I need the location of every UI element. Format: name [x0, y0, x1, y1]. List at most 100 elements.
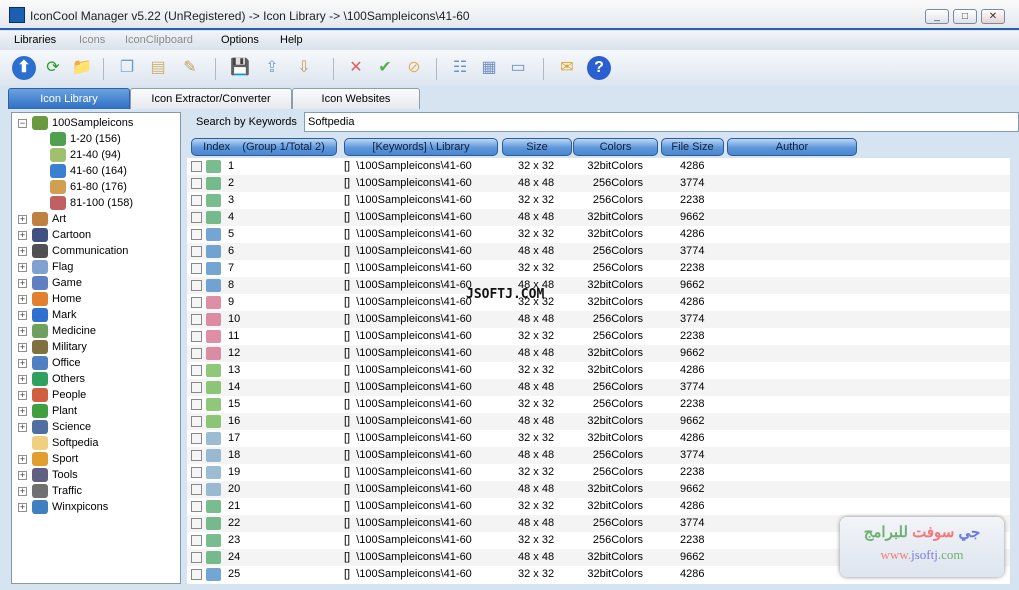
copy-icon[interactable]: ❐ — [115, 56, 139, 80]
tree-node-plant[interactable]: + Plant — [12, 403, 177, 419]
detail-view-icon[interactable]: ▭ — [506, 56, 530, 80]
row-checkbox[interactable] — [191, 365, 202, 376]
table-row[interactable]: 8[] \100Sampleicons\41-60 48 x 48 32bitCol… — [187, 277, 1010, 294]
row-checkbox[interactable] — [191, 433, 202, 444]
table-row[interactable]: 6 [] \100Sampleicons\41-60 48 x 48 256Color… — [187, 243, 1010, 260]
tree-node-group[interactable]: 21-40 (94) — [12, 147, 177, 163]
tree-node-group[interactable]: 61-80 (176) — [12, 179, 177, 195]
table-row[interactable]: 11 [] \100Sampleicons\41-60 32 x 32 256Colo… — [187, 328, 1010, 345]
table-row[interactable]: 13 [] \100Sampleicons\41-60 32 x 32 32bitCo… — [187, 362, 1010, 379]
expand-icon[interactable]: + — [18, 407, 27, 416]
library-tree[interactable]: − 100Sampleicons 1-20 (156) 21-40 (94) 41-60… — [11, 112, 181, 584]
paste-icon[interactable]: ▤ — [146, 56, 170, 80]
row-checkbox[interactable] — [191, 331, 202, 342]
column-header-3[interactable]: Colors — [573, 138, 658, 156]
expand-icon[interactable]: + — [18, 391, 27, 400]
tree-node-others[interactable]: + Others — [12, 371, 177, 387]
row-checkbox[interactable] — [191, 518, 202, 529]
row-checkbox[interactable] — [191, 297, 202, 308]
column-header-0[interactable]: Index (Group 1/Total 2) — [191, 138, 337, 156]
tree-node-science[interactable]: + Science — [12, 419, 177, 435]
table-row[interactable]: 15 [] \100Sampleicons\41-60 32 x 32 256Colo… — [187, 396, 1010, 413]
table-row[interactable]: 21 [] \100Sampleicons\41-60 32 x 32 32bitCo… — [187, 498, 1010, 515]
menu-libraries[interactable]: Libraries — [14, 34, 56, 46]
expand-icon[interactable]: + — [18, 327, 27, 336]
maximize-button[interactable]: □ — [953, 9, 977, 24]
tree-node-home[interactable]: + Home — [12, 291, 177, 307]
tree-node-military[interactable]: + Military — [12, 339, 177, 355]
row-checkbox[interactable] — [191, 178, 202, 189]
tree-node-mark[interactable]: + Mark — [12, 307, 177, 323]
row-checkbox[interactable] — [191, 263, 202, 274]
row-checkbox[interactable] — [191, 484, 202, 495]
tree-node-office[interactable]: + Office — [12, 355, 177, 371]
table-row[interactable]: 7 [] \100Sampleicons\41-60 32 x 32 256Color… — [187, 260, 1010, 277]
column-header-5[interactable]: Author — [727, 138, 857, 156]
row-checkbox[interactable] — [191, 552, 202, 563]
menu-iconclipboard[interactable]: IconClipboard — [125, 34, 193, 46]
row-checkbox[interactable] — [191, 161, 202, 172]
email-icon[interactable]: ✉ — [555, 56, 579, 80]
table-row[interactable]: 4 [] \100Sampleicons\41-60 48 x 48 32bitCol… — [187, 209, 1010, 226]
table-row[interactable]: 1 [] \100Sampleicons\41-60 32 x 32 32bitCol… — [187, 158, 1010, 175]
expand-icon[interactable]: + — [18, 471, 27, 480]
grid-view-icon[interactable]: ▦ — [477, 56, 501, 80]
delete-icon[interactable]: ✕ — [344, 56, 368, 80]
table-row[interactable]: 5 [] \100Sampleicons\41-60 32 x 32 32bitCol… — [187, 226, 1010, 243]
tree-node-group[interactable]: 41-60 (164) — [12, 163, 177, 179]
tree-node-flag[interactable]: + Flag — [12, 259, 177, 275]
row-checkbox[interactable] — [191, 212, 202, 223]
expand-icon[interactable]: + — [18, 359, 27, 368]
row-checkbox[interactable] — [191, 569, 202, 580]
table-row[interactable]: 12 [] \100Sampleicons\41-60 48 x 48 32bitCo… — [187, 345, 1010, 362]
expand-icon[interactable]: + — [18, 263, 27, 272]
expand-icon[interactable]: + — [18, 343, 27, 352]
check-icon[interactable]: ✔ — [373, 56, 397, 80]
tree-node-winxpicons[interactable]: + Winxpicons — [12, 499, 177, 515]
table-row[interactable]: 19 [] \100Sampleicons\41-60 32 x 32 256Colo… — [187, 464, 1010, 481]
tree-node-softpedia[interactable]: Softpedia — [12, 435, 177, 451]
tree-node-group[interactable]: 81-100 (158) — [12, 195, 177, 211]
table-row[interactable]: 16 [] \100Sampleicons\41-60 48 x 48 32bitCo… — [187, 413, 1010, 430]
help-icon[interactable]: ? — [587, 56, 611, 80]
close-button[interactable]: ✕ — [981, 9, 1005, 24]
expand-icon[interactable]: + — [18, 295, 27, 304]
row-checkbox[interactable] — [191, 314, 202, 325]
tab-icon-library[interactable]: Icon Library — [8, 88, 130, 109]
table-row[interactable]: 14 [] \100Sampleicons\41-60 48 x 48 256Colo… — [187, 379, 1010, 396]
row-checkbox[interactable] — [191, 399, 202, 410]
table-row[interactable]: 10 [] \100Sampleicons\41-60 48 x 48 256Colo… — [187, 311, 1010, 328]
tree-node-communication[interactable]: + Communication — [12, 243, 177, 259]
row-checkbox[interactable] — [191, 501, 202, 512]
row-checkbox[interactable] — [191, 348, 202, 359]
tree-node-group[interactable]: 1-20 (156) — [12, 131, 177, 147]
up-arrow-icon[interactable]: ⬆ — [12, 56, 36, 80]
expand-icon[interactable]: + — [18, 247, 27, 256]
tree-node-people[interactable]: + People — [12, 387, 177, 403]
table-row[interactable]: 20 [] \100Sampleicons\41-60 48 x 48 32bitCo… — [187, 481, 1010, 498]
tree-node-game[interactable]: + Game — [12, 275, 177, 291]
expand-icon[interactable]: + — [18, 375, 27, 384]
row-checkbox[interactable] — [191, 195, 202, 206]
row-checkbox[interactable] — [191, 382, 202, 393]
tab-icon-websites[interactable]: Icon Websites — [292, 88, 420, 109]
expand-icon[interactable]: + — [18, 503, 27, 512]
table-row[interactable]: 17 [] \100Sampleicons\41-60 32 x 32 32bitCo… — [187, 430, 1010, 447]
tree-node-root[interactable]: − 100Sampleicons — [12, 115, 177, 131]
tree-node-medicine[interactable]: + Medicine — [12, 323, 177, 339]
column-header-1[interactable]: [Keywords] \ Library — [344, 138, 498, 156]
expand-icon[interactable]: + — [18, 279, 27, 288]
column-header-4[interactable]: File Size — [661, 138, 724, 156]
menu-options[interactable]: Options — [221, 34, 259, 46]
column-header-2[interactable]: Size — [502, 138, 572, 156]
table-row[interactable]: 9[] \100Sampleicons\41-60 32 x 32 32bitCol… — [187, 294, 1010, 311]
edit-icon[interactable]: ✎ — [178, 56, 202, 80]
table-row[interactable]: 2 [] \100Sampleicons\41-60 48 x 48 256Color… — [187, 175, 1010, 192]
row-checkbox[interactable] — [191, 535, 202, 546]
search-input[interactable] — [304, 112, 1019, 132]
row-checkbox[interactable] — [191, 229, 202, 240]
save-icon[interactable]: 💾 — [228, 56, 252, 80]
expand-icon[interactable]: + — [18, 423, 27, 432]
export-icon[interactable]: ⇪ — [260, 56, 284, 80]
refresh-icon[interactable]: ⟳ — [41, 56, 65, 80]
